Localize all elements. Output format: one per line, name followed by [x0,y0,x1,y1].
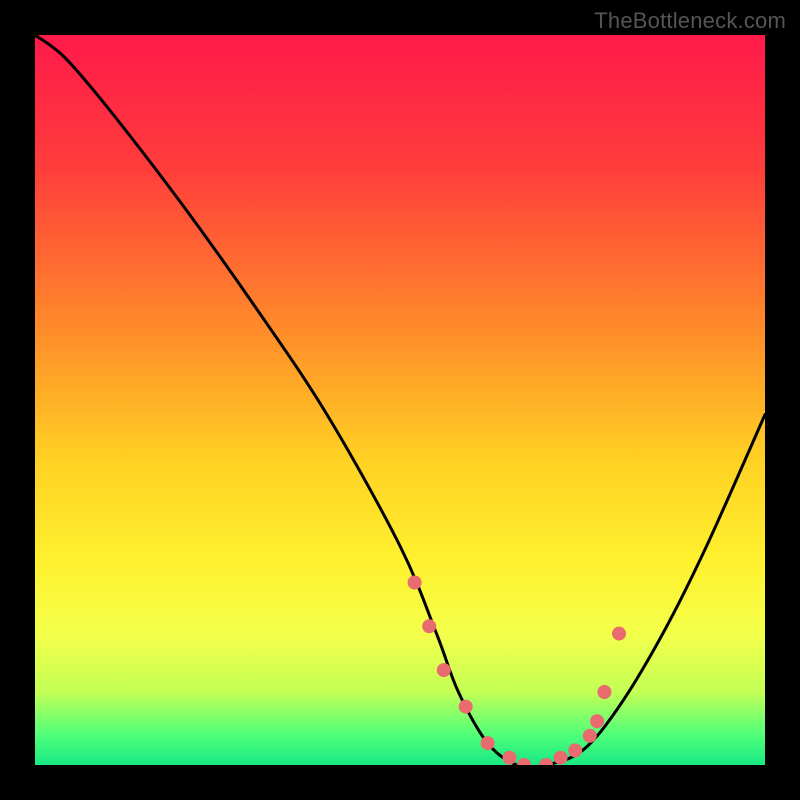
marker-dot [539,758,553,765]
chart-container: TheBottleneck.com [0,0,800,800]
marker-dot [590,714,604,728]
marker-dot [612,627,626,641]
bottleneck-curve [35,35,765,765]
highlight-markers [408,576,626,766]
marker-dot [568,743,582,757]
plot-area [35,35,765,765]
marker-dot [517,758,531,765]
marker-dot [503,751,517,765]
marker-dot [597,685,611,699]
curve-layer [35,35,765,765]
marker-dot [481,736,495,750]
marker-dot [554,751,568,765]
watermark-text: TheBottleneck.com [594,8,786,34]
marker-dot [583,729,597,743]
marker-dot [408,576,422,590]
marker-dot [459,700,473,714]
marker-dot [437,663,451,677]
marker-dot [422,619,436,633]
